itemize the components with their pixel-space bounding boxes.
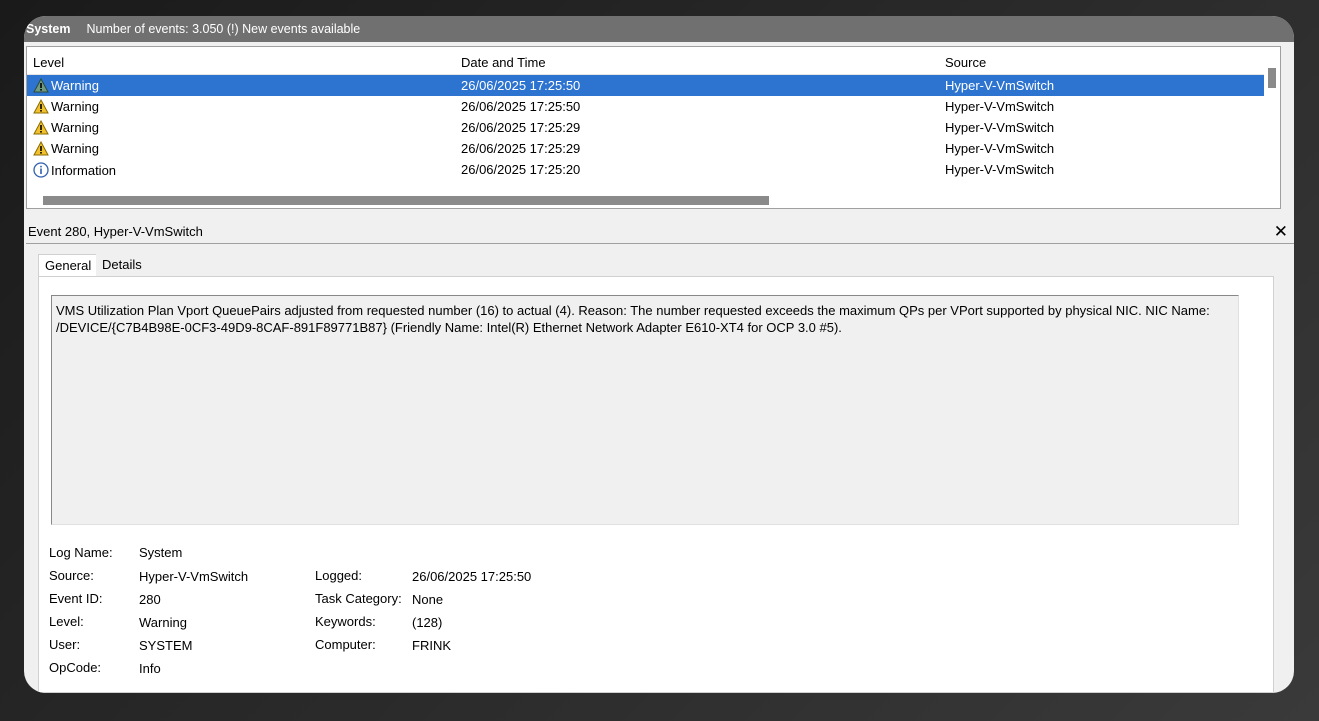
vertical-scroll-thumb[interactable] bbox=[1268, 68, 1276, 88]
opcode-label: OpCode: bbox=[49, 660, 102, 675]
row-source: Hyper-V-VmSwitch bbox=[945, 162, 1055, 177]
warning-icon bbox=[33, 78, 49, 93]
vertical-scrollbar[interactable] bbox=[1264, 47, 1280, 192]
close-icon[interactable]: ✕ bbox=[1274, 222, 1288, 242]
row-date: 26/06/2025 17:25:50 bbox=[461, 78, 581, 93]
table-row[interactable]: Warning 26/06/2025 17:25:29 Hyper-V-VmSw… bbox=[27, 117, 1265, 138]
row-level: Warning bbox=[51, 78, 99, 93]
warning-icon bbox=[33, 99, 49, 114]
row-source: Hyper-V-VmSwitch bbox=[945, 99, 1055, 114]
general-tab-panel: VMS Utilization Plan Vport QueuePairs ad… bbox=[38, 276, 1274, 693]
source-label: Source: bbox=[49, 568, 94, 583]
computer-label: Computer: bbox=[315, 637, 376, 652]
log-name-value: System bbox=[139, 545, 183, 560]
event-count-summary: Number of events: 3.050 (!) New events a… bbox=[86, 22, 361, 36]
table-row[interactable]: Warning 26/06/2025 17:25:29 Hyper-V-VmSw… bbox=[27, 138, 1265, 159]
level-value: Warning bbox=[139, 615, 187, 630]
grid-header: Level Date and Time Source bbox=[27, 47, 1280, 75]
row-date: 26/06/2025 17:25:29 bbox=[461, 141, 581, 156]
events-grid[interactable]: Level Date and Time Source Warning 26/06… bbox=[26, 46, 1281, 209]
opcode-value: Info bbox=[139, 661, 161, 676]
user-label: User: bbox=[49, 637, 81, 652]
row-level: Information bbox=[51, 162, 117, 178]
event-detail-title: Event 280, Hyper-V-VmSwitch bbox=[28, 224, 203, 239]
logged-value: 26/06/2025 17:25:50 bbox=[412, 569, 532, 584]
horizontal-scrollbar[interactable] bbox=[27, 192, 1280, 208]
row-date: 26/06/2025 17:25:29 bbox=[461, 120, 581, 135]
row-level: Warning bbox=[51, 141, 99, 156]
log-titlebar: System Number of events: 3.050 (!) New e… bbox=[24, 16, 1294, 42]
warning-icon bbox=[33, 120, 49, 135]
table-row[interactable]: Warning 26/06/2025 17:25:50 Hyper-V-VmSw… bbox=[27, 96, 1265, 117]
level-label: Level: bbox=[49, 614, 84, 629]
table-row[interactable]: Information 26/06/2025 17:25:20 Hyper-V-… bbox=[27, 159, 1265, 180]
row-level: Warning bbox=[51, 120, 99, 135]
source-value: Hyper-V-VmSwitch bbox=[139, 569, 249, 584]
tab-general[interactable]: General bbox=[38, 254, 99, 278]
keywords-value: (128) bbox=[412, 615, 443, 630]
column-header-date[interactable]: Date and Time bbox=[461, 55, 546, 70]
horizontal-scroll-thumb[interactable] bbox=[43, 196, 769, 205]
row-source: Hyper-V-VmSwitch bbox=[945, 120, 1055, 135]
table-row[interactable]: Warning 26/06/2025 17:25:50 Hyper-V-VmSw… bbox=[27, 75, 1265, 96]
event-viewer-window: System Number of events: 3.050 (!) New e… bbox=[24, 16, 1294, 693]
task-category-label: Task Category: bbox=[315, 591, 402, 606]
logged-label: Logged: bbox=[315, 568, 362, 583]
warning-icon bbox=[33, 141, 49, 156]
log-name-label: Log Name: bbox=[49, 545, 113, 560]
info-icon bbox=[33, 162, 49, 178]
computer-value: FRINK bbox=[412, 638, 451, 653]
user-value: SYSTEM bbox=[139, 638, 193, 653]
event-id-value: 280 bbox=[139, 592, 161, 607]
event-detail-header: Event 280, Hyper-V-VmSwitch ✕ bbox=[26, 222, 1294, 244]
event-id-label: Event ID: bbox=[49, 591, 103, 606]
column-header-source[interactable]: Source bbox=[945, 55, 986, 70]
keywords-label: Keywords: bbox=[315, 614, 376, 629]
row-source: Hyper-V-VmSwitch bbox=[945, 141, 1055, 156]
column-header-level[interactable]: Level bbox=[33, 55, 64, 70]
row-date: 26/06/2025 17:25:20 bbox=[461, 162, 581, 177]
event-description[interactable]: VMS Utilization Plan Vport QueuePairs ad… bbox=[51, 295, 1239, 525]
task-category-value: None bbox=[412, 592, 444, 607]
log-title: System bbox=[26, 22, 71, 36]
row-source: Hyper-V-VmSwitch bbox=[945, 78, 1055, 93]
tab-details[interactable]: Details bbox=[96, 254, 148, 276]
row-level: Warning bbox=[51, 99, 99, 114]
row-date: 26/06/2025 17:25:50 bbox=[461, 99, 581, 114]
